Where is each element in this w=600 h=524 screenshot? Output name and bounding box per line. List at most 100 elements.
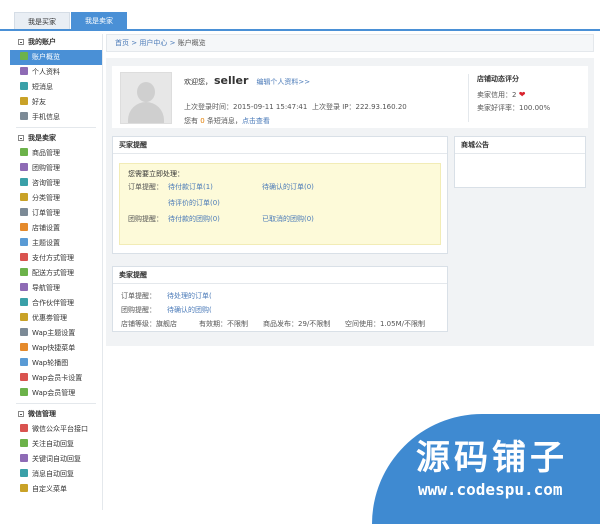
collapse-icon (18, 39, 24, 45)
goods-quota: 商品发布：29/不限制 (263, 320, 331, 328)
sidebar-item[interactable]: 分类管理 (10, 191, 102, 206)
sidebar-section-seller[interactable]: 我是卖家 (10, 130, 102, 146)
sidebar-item[interactable]: 导航管理 (10, 281, 102, 296)
sidebar-section-account[interactable]: 我的账户 (10, 34, 102, 50)
sidebar-item[interactable]: 自定义菜单 (10, 482, 102, 497)
sidebar-item[interactable]: 合作伙伴管理 (10, 296, 102, 311)
coupon-icon (20, 313, 28, 321)
order-label: 订单提醒： (128, 183, 163, 191)
sidebar-item-label: 分类管理 (32, 194, 60, 202)
sidebar-item-label: 好友 (32, 98, 46, 106)
sidebar-item[interactable]: 配送方式管理 (10, 266, 102, 281)
cancelled-group-link[interactable]: 已取消的团购(0) (262, 214, 314, 224)
sidebar-item[interactable]: 咨询管理 (10, 176, 102, 191)
seller-group-label: 团购提醒： (121, 306, 156, 314)
panel-title: 卖家提醒 (113, 267, 447, 284)
sidebar-item[interactable]: Wap主题设置 (10, 326, 102, 341)
sidebar-item-label: 优惠劵管理 (32, 314, 67, 322)
sidebar-item[interactable]: 优惠劵管理 (10, 311, 102, 326)
group-label: 团购提醒： (128, 215, 163, 223)
sidebar-item-label: 店铺设置 (32, 224, 60, 232)
buyer-reminder-panel: 买家提醒 您需要立即处理： 订单提醒： 待付款订单(1) 待确认的订单(0) 待… (112, 136, 448, 254)
sidebar-item[interactable]: 商品管理 (10, 146, 102, 161)
edit-profile-link[interactable]: 编辑个人资料>> (256, 78, 310, 86)
collapse-icon (18, 135, 24, 141)
unpaid-orders-link[interactable]: 待付款订单(1) (168, 182, 213, 192)
welcome-line: 欢迎您， seller 编辑个人资料>> (184, 74, 310, 87)
sidebar-item-label: 手机信息 (32, 113, 60, 121)
sidebar-item-label: Wap轮播图 (32, 359, 69, 367)
sidebar-item-label: 消息自动回复 (32, 470, 74, 478)
sidebar-divider (16, 403, 96, 404)
breadcrumb-current: 账户概览 (177, 39, 206, 47)
sidebar-item[interactable]: Wap快捷菜单 (10, 341, 102, 356)
breadcrumb-home[interactable]: 首页 (115, 39, 129, 47)
collapse-icon (18, 411, 24, 417)
view-messages-link[interactable]: 点击查看 (242, 117, 270, 125)
sidebar-item[interactable]: 短消息 (10, 80, 102, 95)
tab-seller[interactable]: 我是卖家 (71, 12, 127, 30)
seller-reminder-panel: 卖家提醒 订单提醒： 待处理的订单( 团购提醒： 待确认的团购( 店铺等级：旗舰… (112, 266, 448, 332)
profile-icon (20, 67, 28, 75)
pending-orders-link[interactable]: 待处理的订单( (167, 291, 212, 301)
seller-credit: 卖家信用：2 ❤ (477, 90, 595, 100)
sidebar-item[interactable]: 个人资料 (10, 65, 102, 80)
breadcrumb-sep: > (131, 39, 138, 47)
avatar-head-icon (137, 82, 155, 102)
sidebar-item[interactable]: 团购管理 (10, 161, 102, 176)
wap-carousel-icon (20, 358, 28, 366)
msg-suffix: 条短消息， (206, 117, 242, 125)
group-buy-icon (20, 163, 28, 171)
sidebar-item[interactable]: Wap轮播图 (10, 356, 102, 371)
shop-settings-icon (20, 223, 28, 231)
sidebar-section-label: 我的账户 (28, 38, 56, 46)
msg-count: 0 (200, 117, 205, 125)
review-orders-link[interactable]: 待评价的订单(0) (168, 198, 220, 208)
breadcrumb: 首页 > 用户中心 > 账户概览 (106, 34, 594, 52)
theme-icon (20, 238, 28, 246)
sidebar-item[interactable]: 账户概览 (10, 50, 102, 65)
sidebar-item[interactable]: Wap会员管理 (10, 386, 102, 401)
sidebar-section-wechat[interactable]: 微信管理 (10, 406, 102, 422)
goods-icon (20, 148, 28, 156)
follow-reply-icon (20, 439, 28, 447)
sidebar-item[interactable]: 主题设置 (10, 236, 102, 251)
sidebar-item[interactable]: 好友 (10, 95, 102, 110)
sidebar-section-label: 我是卖家 (28, 134, 56, 142)
watermark-zh: 源码铺子 (416, 438, 568, 478)
sidebar-item-label: Wap主题设置 (32, 329, 76, 337)
sidebar-item[interactable]: 支付方式管理 (10, 251, 102, 266)
unpaid-group-link[interactable]: 待付款的团购(0) (168, 214, 220, 224)
sidebar-item[interactable]: 手机信息 (10, 110, 102, 125)
confirm-orders-link[interactable]: 待确认的订单(0) (262, 182, 314, 192)
sidebar-item[interactable]: 关注自动回复 (10, 437, 102, 452)
last-login-ip: 上次登录 IP：222.93.160.20 (312, 103, 407, 111)
sidebar-item[interactable]: 消息自动回复 (10, 467, 102, 482)
sidebar-item[interactable]: 微信公众平台接口 (10, 422, 102, 437)
last-login-time: 上次登录时间：2015-09-11 15:47:41 (184, 103, 308, 111)
username: seller (214, 74, 249, 87)
sidebar-item[interactable]: 订单管理 (10, 206, 102, 221)
sidebar-item[interactable]: Wap会员卡设置 (10, 371, 102, 386)
sidebar-item-label: 咨询管理 (32, 179, 60, 187)
sidebar-item-label: Wap快捷菜单 (32, 344, 76, 352)
pending-group-link[interactable]: 待确认的团购( (167, 305, 212, 315)
wap-card-icon (20, 373, 28, 381)
sidebar-item[interactable]: 关键词自动回复 (10, 452, 102, 467)
sidebar-item-label: 个人资料 (32, 68, 60, 76)
sidebar-item-label: 导航管理 (32, 284, 60, 292)
sidebar: 我的账户 账户概览个人资料短消息好友手机信息 我是卖家 商品管理 团购管理咨询管理… (10, 34, 103, 510)
breadcrumb-user-center[interactable]: 用户中心 (139, 39, 167, 47)
consult-icon (20, 178, 28, 186)
category-icon (20, 193, 28, 201)
wap-theme-icon (20, 328, 28, 336)
top-bar: 我是买家 我是卖家 (0, 0, 600, 30)
pending-box: 您需要立即处理： 订单提醒： 待付款订单(1) 待确认的订单(0) 待评价的订单… (119, 163, 441, 245)
sidebar-item[interactable]: 店铺设置 (10, 221, 102, 236)
rating-title: 店铺动态评分 (477, 75, 519, 83)
role-tabs: 我是买家 我是卖家 (14, 12, 128, 30)
tab-buyer[interactable]: 我是买家 (14, 12, 70, 30)
profile-card: 欢迎您， seller 编辑个人资料>> 上次登录时间：2015-09-11 15:… (112, 66, 588, 128)
top-divider (0, 29, 600, 31)
welcome-text: 欢迎您， (184, 78, 212, 86)
